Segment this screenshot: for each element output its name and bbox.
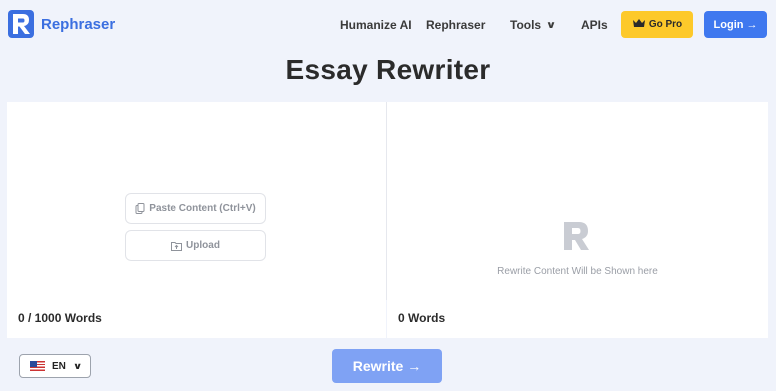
output-word-count: 0 Words xyxy=(398,311,446,325)
language-selector[interactable]: EN ∨ xyxy=(19,354,91,378)
paste-content-button[interactable]: Paste Content (Ctrl+V) xyxy=(125,193,266,224)
nav-tools-label: Tools xyxy=(510,18,542,32)
chevron-down-icon: ∨ xyxy=(72,360,83,371)
top-nav: Rephraser Humanize AI Rephraser Tools ∨ … xyxy=(0,0,776,50)
clipboard-icon xyxy=(135,203,145,214)
rewrite-arrow-icon: → xyxy=(407,358,422,374)
paste-content-label: Paste Content (Ctrl+V) xyxy=(149,203,256,214)
crown-icon xyxy=(632,18,646,31)
go-pro-label: Go Pro xyxy=(648,19,683,30)
nav-apis[interactable]: APIs xyxy=(581,0,608,50)
brand-name: Rephraser xyxy=(41,15,116,33)
us-flag-icon xyxy=(30,361,45,371)
language-label: EN xyxy=(52,360,66,372)
nav-tools-dropdown[interactable]: Tools ∨ xyxy=(510,0,557,50)
login-label: Login xyxy=(713,18,744,31)
nav-humanize-ai[interactable]: Humanize AI xyxy=(340,0,412,50)
upload-label: Upload xyxy=(186,240,220,251)
upload-button[interactable]: Upload xyxy=(125,230,266,261)
brand-logo[interactable]: Rephraser xyxy=(8,10,115,38)
rewrite-button[interactable]: Rewrite → xyxy=(332,349,442,383)
login-arrow-icon: → xyxy=(746,18,758,31)
rephraser-watermark-icon xyxy=(562,220,592,252)
rewrite-label: Rewrite xyxy=(352,358,404,374)
page-title: Essay Rewriter xyxy=(285,54,491,85)
chevron-down-icon: ∨ xyxy=(545,19,557,31)
login-button[interactable]: Login → xyxy=(704,11,767,38)
go-pro-button[interactable]: Go Pro xyxy=(621,11,693,38)
input-word-count: 0 / 1000 Words xyxy=(18,311,102,325)
output-placeholder: Rewrite Content Will be Shown here xyxy=(497,266,658,277)
rephraser-logo-icon xyxy=(8,10,34,38)
nav-rephraser[interactable]: Rephraser xyxy=(426,0,485,50)
upload-folder-icon xyxy=(171,241,183,251)
input-panel: Paste Content (Ctrl+V) Upload 0 / 1000 W… xyxy=(7,102,386,338)
output-panel: Rewrite Content Will be Shown here 0 Wor… xyxy=(387,102,768,338)
